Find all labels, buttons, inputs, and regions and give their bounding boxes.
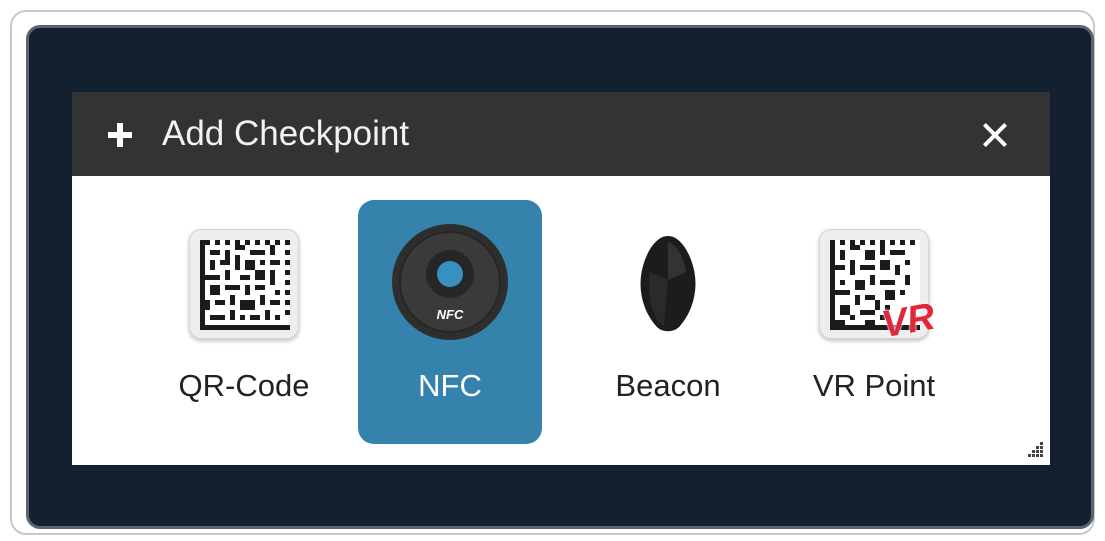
option-nfc[interactable]: NFC NFC: [358, 200, 542, 444]
dialog-header: Add Checkpoint: [72, 92, 1050, 176]
option-label: Beacon: [615, 368, 721, 403]
vr-badge: VR: [878, 295, 938, 347]
add-checkpoint-dialog: Add Checkpoint QR-Code NFC NFC Beacon VR…: [72, 92, 1050, 465]
dialog-title: Add Checkpoint: [162, 114, 410, 153]
option-qr-code[interactable]: QR-Code: [152, 200, 336, 444]
option-label: NFC: [418, 368, 482, 403]
option-label: VR Point: [812, 368, 936, 403]
plus-icon: [108, 123, 132, 147]
close-icon[interactable]: [980, 120, 1010, 150]
resize-grip-icon[interactable]: [1028, 442, 1044, 458]
nfc-tag-icon: NFC: [388, 222, 512, 346]
nfc-icon-text: NFC: [437, 307, 464, 322]
vr-point-icon: VR: [812, 222, 938, 347]
option-vr-point[interactable]: VR VR Point: [782, 200, 966, 444]
option-beacon[interactable]: Beacon: [576, 200, 760, 444]
option-label: QR-Code: [178, 368, 310, 403]
qr-code-icon: [182, 222, 306, 346]
beacon-icon: [606, 222, 730, 346]
